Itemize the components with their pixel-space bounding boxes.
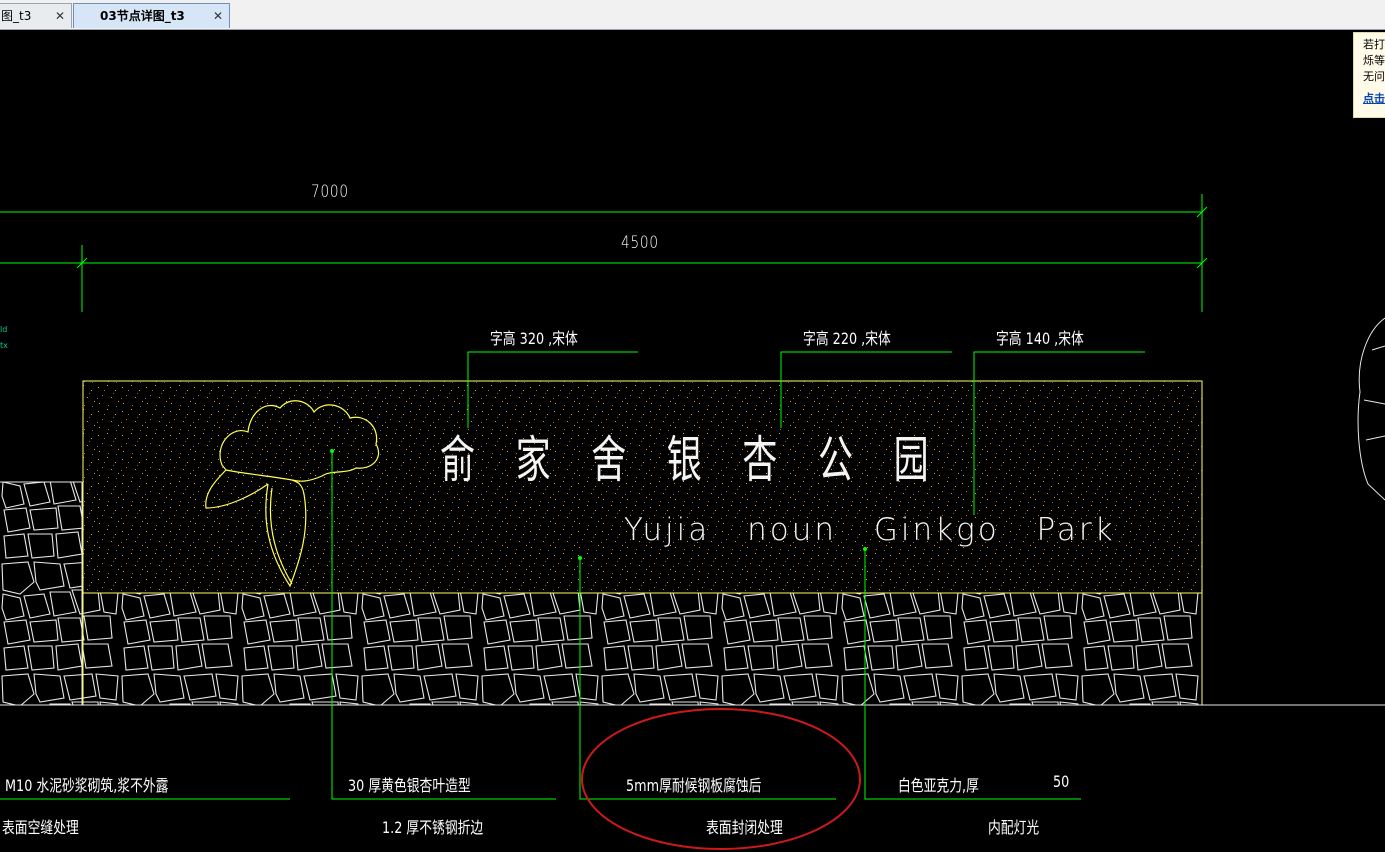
cad-drawing-canvas[interactable]: ld tx 7000 4500 字高 320 ,宋体 字高 220 ,宋体 字高… — [0, 30, 1385, 852]
tab-label: 03节点详图_t3 — [100, 9, 185, 23]
svg-text:tx: tx — [0, 341, 8, 350]
tab-partial-drawing[interactable]: 图_t3 ✕ — [0, 3, 72, 28]
dimension-lines — [0, 194, 1208, 312]
overall-width-dimension: 7000 — [311, 182, 349, 202]
font-spec-medium: 字高 220 ,宋体 — [803, 329, 891, 348]
note-stainless-edge: 1.2 厚不锈钢折边 — [382, 818, 484, 837]
note-acrylic: 白色亚克力,厚 — [898, 776, 979, 795]
note-mortar-finish: 表面空缝处理 — [2, 818, 79, 837]
tab-label: 图_t3 — [1, 9, 32, 23]
note-ginkgo-leaf: 30 厚黄色银杏叶造型 — [348, 776, 471, 795]
close-icon[interactable]: ✕ — [213, 4, 223, 28]
partial-figure-right — [1357, 317, 1385, 501]
sign-chinese-title: 俞家舍银杏公园 — [440, 431, 970, 489]
left-stone-wall — [0, 482, 82, 705]
stone-base — [82, 592, 1203, 706]
document-tab-bar: 图_t3 ✕ 03节点详图_t3 ✕ — [0, 0, 1385, 30]
note-mortar: M10 水泥砂浆砌筑,浆不外露 — [5, 776, 169, 795]
font-spec-small: 字高 140 ,宋体 — [996, 329, 1084, 348]
close-icon[interactable]: ✕ — [55, 4, 65, 28]
note-lighting: 内配灯光 — [988, 818, 1040, 837]
tab-node-detail[interactable]: 03节点详图_t3 ✕ — [73, 3, 230, 28]
note-acrylic-thickness: 50 — [1053, 772, 1070, 791]
sign-english-title: Yujia noun Ginkgo Park — [624, 512, 1116, 548]
inner-width-dimension: 4500 — [621, 233, 659, 253]
svg-text:ld: ld — [0, 325, 7, 334]
note-weathering-steel: 5mm厚耐候钢板腐蚀后 — [626, 776, 762, 795]
note-sealing: 表面封闭处理 — [706, 818, 783, 837]
font-spec-large: 字高 320 ,宋体 — [490, 329, 578, 348]
